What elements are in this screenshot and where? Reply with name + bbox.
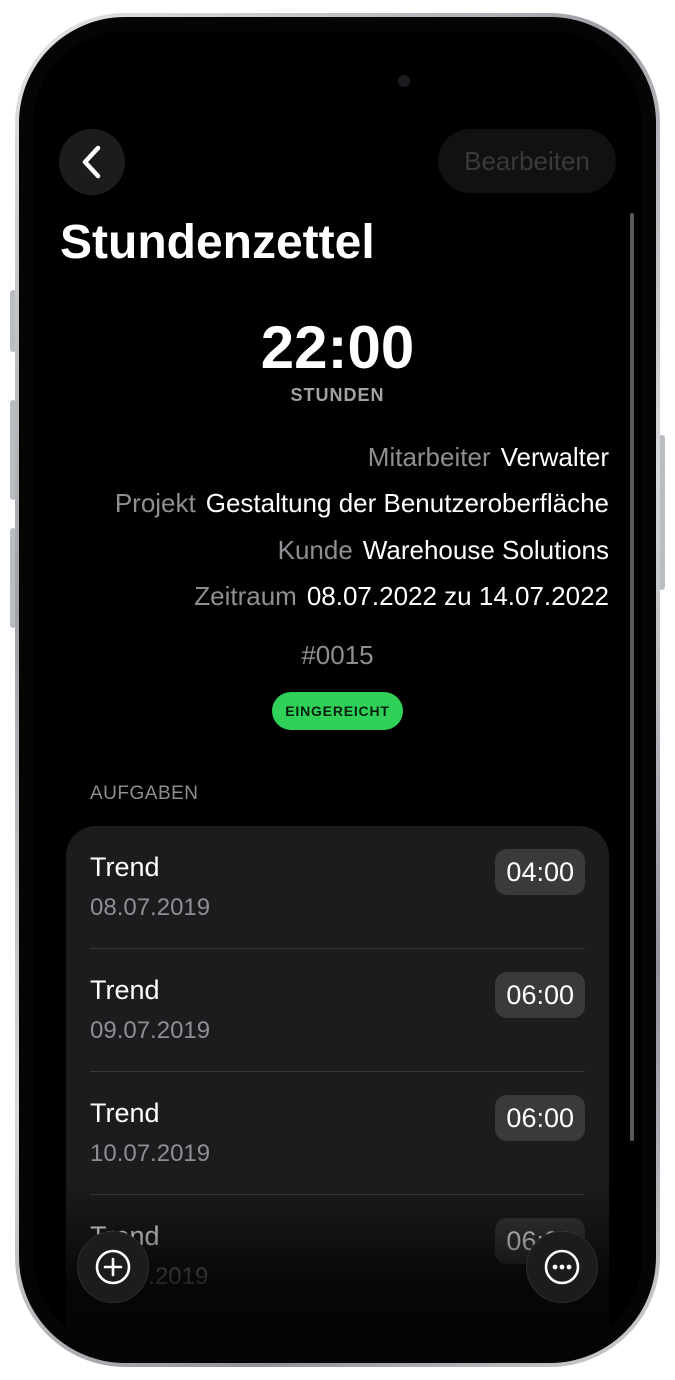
task-time-badge: 04:00 [495,849,585,895]
status-badge: EINGEREICHT [272,692,403,730]
tasks-section-title: AUFGABEN [90,783,199,804]
list-item[interactable]: Trend 09.07.2019 06:00 [66,949,609,1072]
info-row-period: Zeitraum 08.07.2022 zu 14.07.2022 [194,578,609,614]
task-time-badge: 06:00 [495,1095,585,1141]
employee-value: Verwalter [500,441,609,472]
employee-label: Mitarbeiter [367,441,491,472]
period-label: Zeitraum [194,580,297,611]
task-name: Trend [90,1098,160,1128]
back-button[interactable] [59,129,125,195]
task-name: Trend [90,975,160,1005]
info-row-client: Kunde Warehouse Solutions [278,532,609,568]
plus-circle-icon [95,1249,131,1285]
front-camera [398,75,410,87]
list-item[interactable]: Trend 08.07.2019 04:00 [66,826,609,949]
list-item[interactable]: Trend 10.07.2019 06:00 [66,1072,609,1195]
period-value: 08.07.2022 zu 14.07.2022 [306,580,609,611]
chevron-left-icon [82,145,101,179]
total-hours: 22:00 [260,314,415,381]
info-row-employee: Mitarbeiter Verwalter [368,439,609,475]
phone-bezel: Bearbeiten Stundenzettel 22:00 STUNDEN M… [19,17,656,1363]
task-date: 09.07.2019 [90,1017,211,1044]
app-screen: Bearbeiten Stundenzettel 22:00 STUNDEN M… [33,31,642,1349]
client-value: Warehouse Solutions [362,534,609,565]
task-time-badge: 06:00 [495,972,585,1018]
task-date: 10.07.2019 [90,1140,211,1167]
task-name: Trend [90,852,160,882]
client-label: Kunde [277,534,353,565]
ellipsis-circle-icon [544,1249,580,1285]
task-date: 08.07.2019 [90,894,211,921]
phone-frame: Bearbeiten Stundenzettel 22:00 STUNDEN M… [15,13,660,1367]
more-button[interactable] [526,1231,598,1303]
total-hours-label: STUNDEN [290,385,385,405]
edit-button[interactable]: Bearbeiten [438,129,616,193]
device-stage: Bearbeiten Stundenzettel 22:00 STUNDEN M… [0,0,675,1380]
page-title: Stundenzettel [60,216,375,269]
scrollbar[interactable] [630,213,634,1141]
project-label: Projekt [114,487,196,518]
add-button[interactable] [77,1231,149,1303]
info-row-project: Projekt Gestaltung der Benutzeroberfläch… [115,485,609,521]
timesheet-number: #0015 [301,640,374,670]
project-value: Gestaltung der Benutzeroberfläche [205,487,609,518]
